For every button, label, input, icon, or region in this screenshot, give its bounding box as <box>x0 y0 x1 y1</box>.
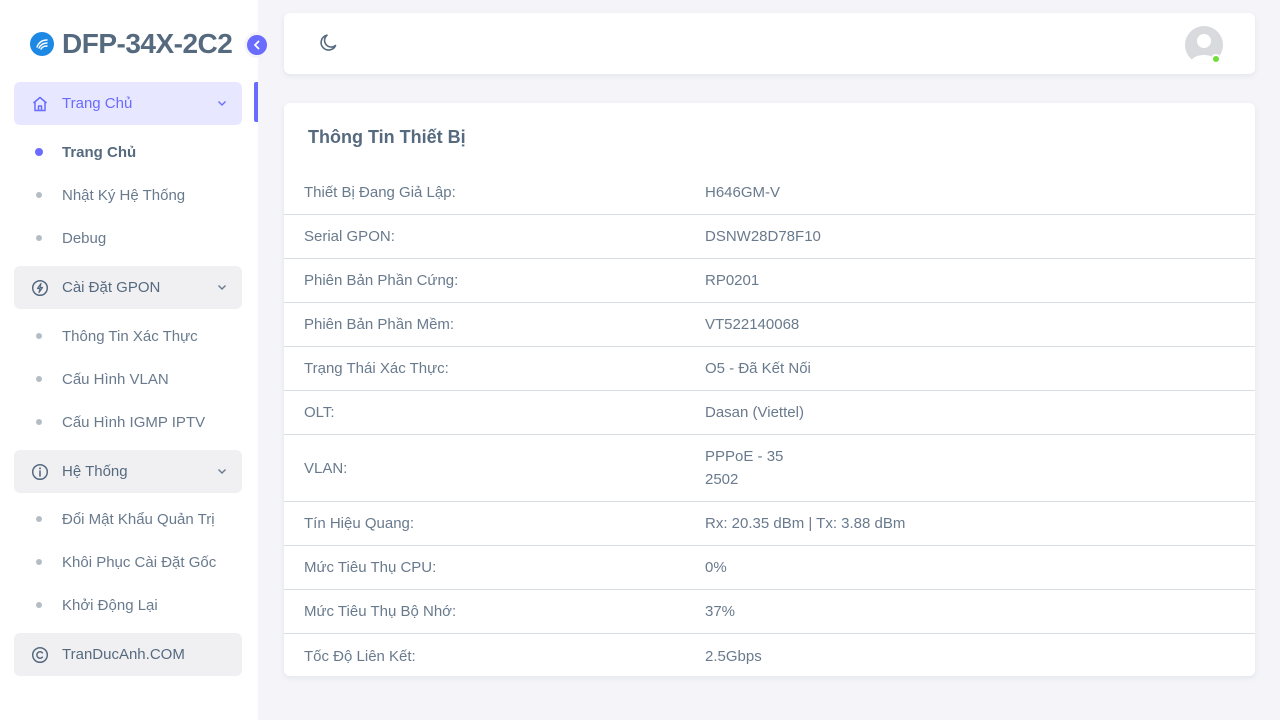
sidebar-item-khoi-phuc-cai-dat-goc[interactable]: Khôi Phục Cài Đặt Gốc <box>36 550 216 574</box>
active-indicator <box>254 82 258 122</box>
bullet-dot <box>36 192 42 198</box>
menu-group-label: Hệ Thống <box>62 463 128 480</box>
row-value: Rx: 20.35 dBm | Tx: 3.88 dBm <box>705 515 906 532</box>
row-label: Thiết Bị Đang Giả Lập: <box>304 184 456 201</box>
brand[interactable]: DFP-34X-2C2 <box>30 28 233 60</box>
sidebar-item-label: Thông Tin Xác Thực <box>62 327 198 345</box>
card-title: Thông Tin Thiết Bị <box>308 127 466 147</box>
table-row: Trạng Thái Xác Thực: O5 - Đã Kết Nối <box>284 347 1255 391</box>
bullet-dot <box>36 602 42 608</box>
copyright-icon <box>31 646 49 664</box>
sidebar-item-label: Cấu Hình IGMP IPTV <box>62 413 206 431</box>
menu-group-cai-dat-gpon[interactable]: Cài Đặt GPON <box>14 266 242 309</box>
sidebar-item-label: Nhật Ký Hệ Thống <box>62 186 186 204</box>
brand-title: DFP-34X-2C2 <box>62 28 233 59</box>
sidebar-item-label: Khôi Phục Cài Đặt Gốc <box>62 553 217 571</box>
row-label: Trạng Thái Xác Thực: <box>304 360 449 377</box>
bullet-dot <box>35 148 43 156</box>
sidebar-item-cau-hinh-vlan[interactable]: Cấu Hình VLAN <box>36 367 169 391</box>
row-label: Mức Tiêu Thụ Bộ Nhớ: <box>304 603 457 620</box>
row-label: OLT: <box>304 404 335 421</box>
bullet-dot <box>36 419 42 425</box>
chevron-down-icon <box>218 469 226 474</box>
sidebar-item-debug[interactable]: Debug <box>36 226 106 250</box>
row-label: VLAN: <box>304 459 348 477</box>
footer-link-label: TranDucAnh.COM <box>62 646 185 663</box>
chevron-down-icon <box>218 101 226 106</box>
sidebar-item-label: Trang Chủ <box>62 143 137 161</box>
row-label: Serial GPON: <box>304 228 395 245</box>
bullet-dot <box>36 333 42 339</box>
table-row: Mức Tiêu Thụ CPU: 0% <box>284 546 1255 590</box>
device-info-card: Thông Tin Thiết Bị Thiết Bị Đang Giả Lập… <box>284 103 1255 676</box>
table-row: Tín Hiệu Quang: Rx: 20.35 dBm | Tx: 3.88… <box>284 502 1255 546</box>
sidebar-item-cau-hinh-igmp-iptv[interactable]: Cấu Hình IGMP IPTV <box>36 410 205 434</box>
table-row: VLAN: PPPoE - 35 2502 <box>284 435 1255 502</box>
online-status-dot <box>1211 54 1221 64</box>
table-row: Thiết Bị Đang Giả Lập: H646GM-V <box>284 171 1255 215</box>
brand-logo-icon <box>30 32 54 56</box>
row-value: RP0201 <box>705 272 760 289</box>
bullet-dot <box>36 516 42 522</box>
sidebar-item-label: Cấu Hình VLAN <box>62 370 169 388</box>
sidebar-item-khoi-dong-lai[interactable]: Khởi Động Lại <box>36 593 158 617</box>
row-label: Mức Tiêu Thụ CPU: <box>304 559 437 576</box>
row-value: DSNW28D78F10 <box>705 228 821 245</box>
bullet-dot <box>36 559 42 565</box>
bolt-icon <box>31 279 49 297</box>
table-row: Tốc Độ Liên Kết: 2.5Gbps <box>284 634 1255 678</box>
row-label: Phiên Bản Phần Cứng: <box>304 272 459 289</box>
row-label: Tín Hiệu Quang: <box>304 515 415 532</box>
table-row: Phiên Bản Phần Cứng: RP0201 <box>284 259 1255 303</box>
table-row: Phiên Bản Phần Mềm: VT522140068 <box>284 303 1255 347</box>
menu-group-label: Trang Chủ <box>62 95 133 112</box>
sidebar-item-nhat-ky-he-thong[interactable]: Nhật Ký Hệ Thống <box>36 183 185 207</box>
sidebar: DFP-34X-2C2 Trang Chủ Trang Chủ Nhật Ký … <box>0 0 258 720</box>
chevron-down-icon <box>218 285 226 290</box>
row-value: 2.5Gbps <box>705 647 762 665</box>
device-info-table: Thiết Bị Đang Giả Lập: H646GM-V Serial G… <box>284 171 1255 678</box>
vlan-value-line-2: 2502 <box>705 471 739 488</box>
vlan-value-line-1: PPPoE - 35 <box>705 448 784 465</box>
table-row: Mức Tiêu Thụ Bộ Nhớ: 37% <box>284 590 1255 634</box>
bullet-dot <box>36 376 42 382</box>
sidebar-item-trang-chu[interactable]: Trang Chủ <box>35 140 137 164</box>
row-value: 37% <box>705 603 736 620</box>
top-navbar <box>284 13 1255 74</box>
sidebar-item-label: Debug <box>62 229 107 247</box>
row-value: VT522140068 <box>705 316 800 333</box>
menu-group-trang-chu[interactable]: Trang Chủ <box>14 82 242 125</box>
row-label: Tốc Độ Liên Kết: <box>304 647 416 665</box>
bullet-dot <box>36 235 42 241</box>
moon-icon[interactable] <box>318 32 340 54</box>
sidebar-collapse-button[interactable] <box>244 32 270 58</box>
sidebar-item-thong-tin-xac-thuc[interactable]: Thông Tin Xác Thực <box>36 324 198 348</box>
chevron-left-icon <box>254 40 260 50</box>
row-value: Dasan (Viettel) <box>705 404 804 421</box>
sidebar-item-doi-mat-khau[interactable]: Đổi Mật Khẩu Quản Trị <box>36 507 215 531</box>
info-icon <box>31 463 49 481</box>
row-value: PPPoE - 35 2502 <box>705 445 783 491</box>
table-row: Serial GPON: DSNW28D78F10 <box>284 215 1255 259</box>
row-label: Phiên Bản Phần Mềm: <box>304 316 455 333</box>
menu-group-label: Cài Đặt GPON <box>62 279 161 296</box>
row-value: 0% <box>705 559 727 576</box>
row-value: O5 - Đã Kết Nối <box>705 360 811 377</box>
footer-link-tranducanh[interactable]: TranDucAnh.COM <box>14 633 242 676</box>
home-icon <box>31 95 49 113</box>
row-value: H646GM-V <box>705 184 781 201</box>
sidebar-item-label: Khởi Động Lại <box>62 596 158 614</box>
sidebar-item-label: Đổi Mật Khẩu Quản Trị <box>62 510 215 528</box>
menu-group-he-thong[interactable]: Hệ Thống <box>14 450 242 493</box>
table-row: OLT: Dasan (Viettel) <box>284 391 1255 435</box>
